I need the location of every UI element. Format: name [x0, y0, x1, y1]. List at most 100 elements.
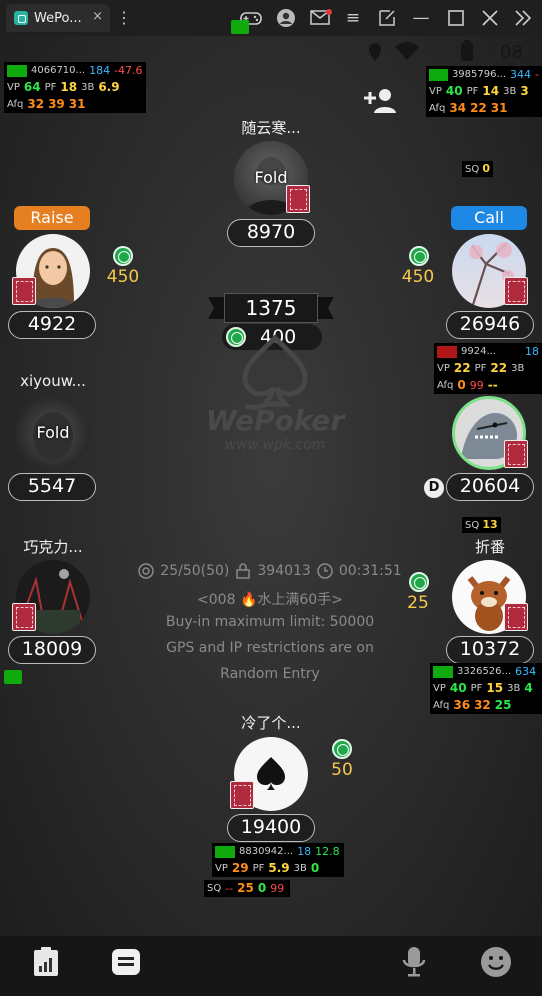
entry-mode-text: Random Entry: [220, 666, 320, 682]
expand-right-icon[interactable]: [514, 10, 532, 26]
hole-cards: [230, 781, 254, 809]
blinds-value: 25/50(50): [160, 563, 230, 579]
hud-player-id: 3985796...: [451, 69, 507, 80]
pot-total: 1375: [224, 293, 318, 323]
hud-vp-label: VP: [433, 683, 446, 694]
bet-chip: [332, 739, 352, 759]
clock-partial: 08: [500, 42, 523, 63]
hud-vp: 40: [445, 84, 463, 98]
hud-profit: -47.6: [114, 64, 143, 77]
window-titlebar: WePo... × ⋮ ≡ —: [0, 0, 542, 36]
hole-cards: [504, 603, 528, 631]
lock-icon: [236, 563, 251, 579]
hud-3b-label: 3B: [81, 82, 95, 93]
hud-afq-river: --: [487, 378, 498, 392]
hud-pf: 14: [482, 84, 500, 98]
hud-pf-label: PF: [474, 363, 487, 374]
hud-sq-box: SQ 13: [462, 517, 501, 533]
hud-afq-river: 31: [68, 97, 86, 111]
hud-player-id: 8830942...: [239, 846, 294, 857]
player-name: 折番: [474, 538, 505, 556]
poker-table: WePo... × ⋮ ≡ — 08 4066710... 184 -47.6 VP…: [0, 0, 542, 996]
add-player-icon[interactable]: [364, 86, 398, 114]
player-stack: 18009: [8, 636, 96, 664]
hud-vp-label: VP: [215, 863, 228, 874]
status-indicator: [4, 670, 22, 684]
action-badge-call: Call: [451, 206, 527, 230]
mail-icon[interactable]: [310, 9, 332, 26]
hud-profit: 12.8: [315, 845, 340, 858]
hud-player-id: 9924...: [461, 346, 496, 357]
hud-sq: 13: [482, 518, 498, 531]
bottom-toolbar: [0, 936, 542, 996]
bet-chip: [113, 246, 133, 266]
chat-message-icon[interactable]: [110, 946, 142, 978]
buyin-limit-text: Buy-in maximum limit: 50000: [165, 614, 375, 630]
hud-afq-river: 31: [490, 101, 508, 115]
player-avatar[interactable]: Fold: [16, 396, 90, 470]
hud-afq-turn: 39: [48, 97, 65, 111]
tab-close-icon[interactable]: ×: [92, 9, 103, 24]
table-watermark: WePoker www.wpk.com: [205, 330, 345, 453]
hud-afq-label: Afq: [7, 99, 24, 110]
hud-pf-label: PF: [466, 86, 479, 97]
hud-afq-flop: 36: [453, 698, 471, 712]
hud-pf-label: PF: [252, 863, 265, 874]
stats-clipboard-icon[interactable]: [30, 946, 62, 978]
wepoker-app-icon: [14, 11, 28, 25]
clock-icon: [317, 563, 333, 579]
hud-panel[interactable]: 9924... 18 VP 22 PF 22 3B Afq 0 99 --: [434, 343, 542, 394]
emoji-icon[interactable]: [480, 946, 512, 978]
session-timer: 00:31:51: [338, 563, 402, 579]
hud-panel[interactable]: 4066710... 184 -47.6 VP 64 PF 18 3B 6.9 Afq 32 39…: [4, 62, 146, 113]
hud-afq-flop: 0: [457, 378, 466, 392]
hud-color-tag: [215, 845, 235, 858]
maximize-icon[interactable]: [448, 10, 464, 26]
hole-cards: [504, 440, 528, 468]
hud-panel[interactable]: 3326526... 634 VP 40 PF 15 3B 4 Afq 36 32 25: [430, 663, 542, 714]
bet-amount: 50: [331, 760, 353, 780]
hud-afq-turn: 32: [474, 698, 491, 712]
hud-panel[interactable]: 8830942... 18 12.8 VP 29 PF 5.9 3B 0: [212, 843, 344, 877]
hud-afq-river: 25: [494, 698, 512, 712]
bet-amount: 450: [401, 267, 435, 287]
hole-cards: [12, 603, 36, 631]
hud-pf-label: PF: [44, 82, 57, 93]
pin-window-icon[interactable]: [378, 9, 396, 27]
hud-pf: 22: [490, 361, 508, 375]
hud-color-tag: [429, 68, 448, 81]
dealer-button: D: [424, 478, 444, 498]
menu-icon[interactable]: ≡: [342, 8, 364, 28]
hero-stack: 19400: [227, 814, 315, 842]
hud-sq-box: SQ 0: [462, 161, 494, 177]
location-icon: [369, 43, 381, 61]
account-icon[interactable]: [276, 8, 296, 28]
player-stack: 10372: [446, 636, 534, 664]
microphone-icon[interactable]: [398, 946, 430, 978]
club-id: 394013: [257, 563, 311, 579]
hud-afq-turn: 99: [469, 379, 484, 392]
hud-hands: 18: [525, 345, 539, 358]
club-name: <008 🔥水上满60手>: [197, 592, 343, 608]
blinds-icon: [138, 563, 155, 579]
hud-3b-label: 3B: [503, 86, 517, 97]
hud-hands: 18: [297, 845, 312, 858]
fold-label: Fold: [36, 423, 70, 442]
player-stack: 8970: [227, 219, 315, 247]
hud-3b: 6.9: [98, 80, 120, 94]
hole-cards: [286, 185, 310, 213]
hud-vp: 29: [231, 861, 249, 875]
hud-player-id: 4066710...: [31, 65, 86, 76]
browser-tab[interactable]: WePo... ×: [6, 4, 110, 32]
hud-sq-4: 99: [270, 882, 285, 895]
close-window-icon[interactable]: [482, 10, 498, 26]
hud-afq-turn: 22: [470, 101, 487, 115]
action-badge-raise: Raise: [14, 206, 90, 230]
hud-panel[interactable]: 3985796... 344- VP 40 PF 14 3B 3 Afq 34 22 31: [426, 66, 542, 117]
hud-hands: 344: [510, 68, 532, 81]
spade-logo-icon: [242, 334, 308, 410]
hud-sq-3: 0: [257, 881, 267, 895]
hud-3b-label: 3B: [507, 683, 521, 694]
more-vertical-icon[interactable]: ⋮: [113, 8, 135, 28]
minimize-icon[interactable]: —: [410, 8, 432, 28]
